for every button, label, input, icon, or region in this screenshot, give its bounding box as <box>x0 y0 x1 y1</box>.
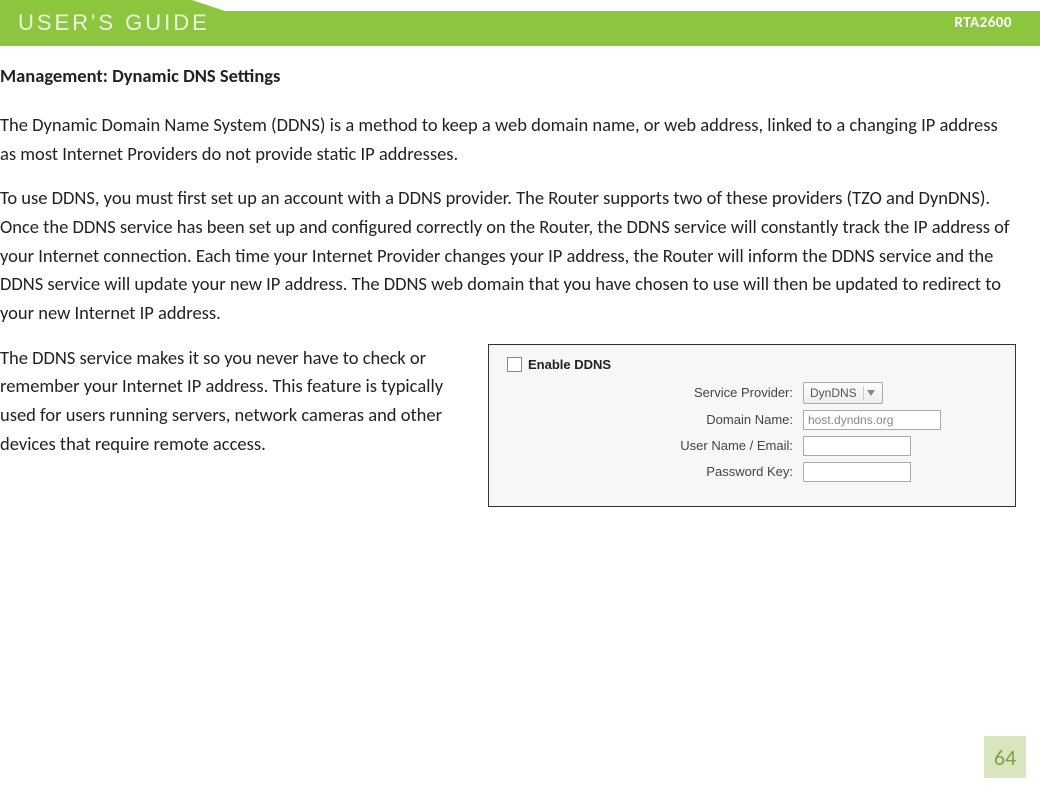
service-provider-row: Service Provider: DynDNS <box>503 382 1001 404</box>
password-row: Password Key: <box>503 462 1001 482</box>
guide-title: USER'S GUIDE <box>0 10 210 36</box>
chevron-down-icon <box>863 386 878 400</box>
username-label: User Name / Email: <box>503 438 803 453</box>
ddns-form-panel: Enable DDNS Service Provider: DynDNS Dom… <box>488 344 1016 507</box>
password-input[interactable] <box>803 462 911 482</box>
username-row: User Name / Email: <box>503 436 1001 456</box>
domain-name-label: Domain Name: <box>503 412 803 427</box>
enable-ddns-row[interactable]: Enable DDNS <box>503 357 1001 372</box>
enable-ddns-checkbox[interactable] <box>507 357 522 372</box>
doc-header: USER'S GUIDE RTA2600 <box>0 0 1040 46</box>
model-label: RTA2600 <box>954 14 1040 32</box>
page-number: 64 <box>984 736 1026 778</box>
password-label: Password Key: <box>503 464 803 479</box>
page-content: Management: Dynamic DNS Settings The Dyn… <box>0 46 1040 507</box>
username-input[interactable] <box>803 436 911 456</box>
paragraph-1: The Dynamic Domain Name System (DDNS) is… <box>0 111 1016 168</box>
section-heading: Management: Dynamic DNS Settings <box>0 64 1016 87</box>
domain-name-value: host.dyndns.org <box>808 413 893 427</box>
service-provider-value: DynDNS <box>810 386 857 400</box>
domain-name-input[interactable]: host.dyndns.org <box>803 410 941 430</box>
enable-ddns-label: Enable DDNS <box>528 357 611 372</box>
paragraph-2: To use DDNS, you must first set up an ac… <box>0 184 1016 327</box>
service-provider-select[interactable]: DynDNS <box>803 382 883 404</box>
service-provider-label: Service Provider: <box>503 385 803 400</box>
domain-name-row: Domain Name: host.dyndns.org <box>503 410 1001 430</box>
paragraph-3: The DDNS service makes it so you never h… <box>0 344 472 459</box>
